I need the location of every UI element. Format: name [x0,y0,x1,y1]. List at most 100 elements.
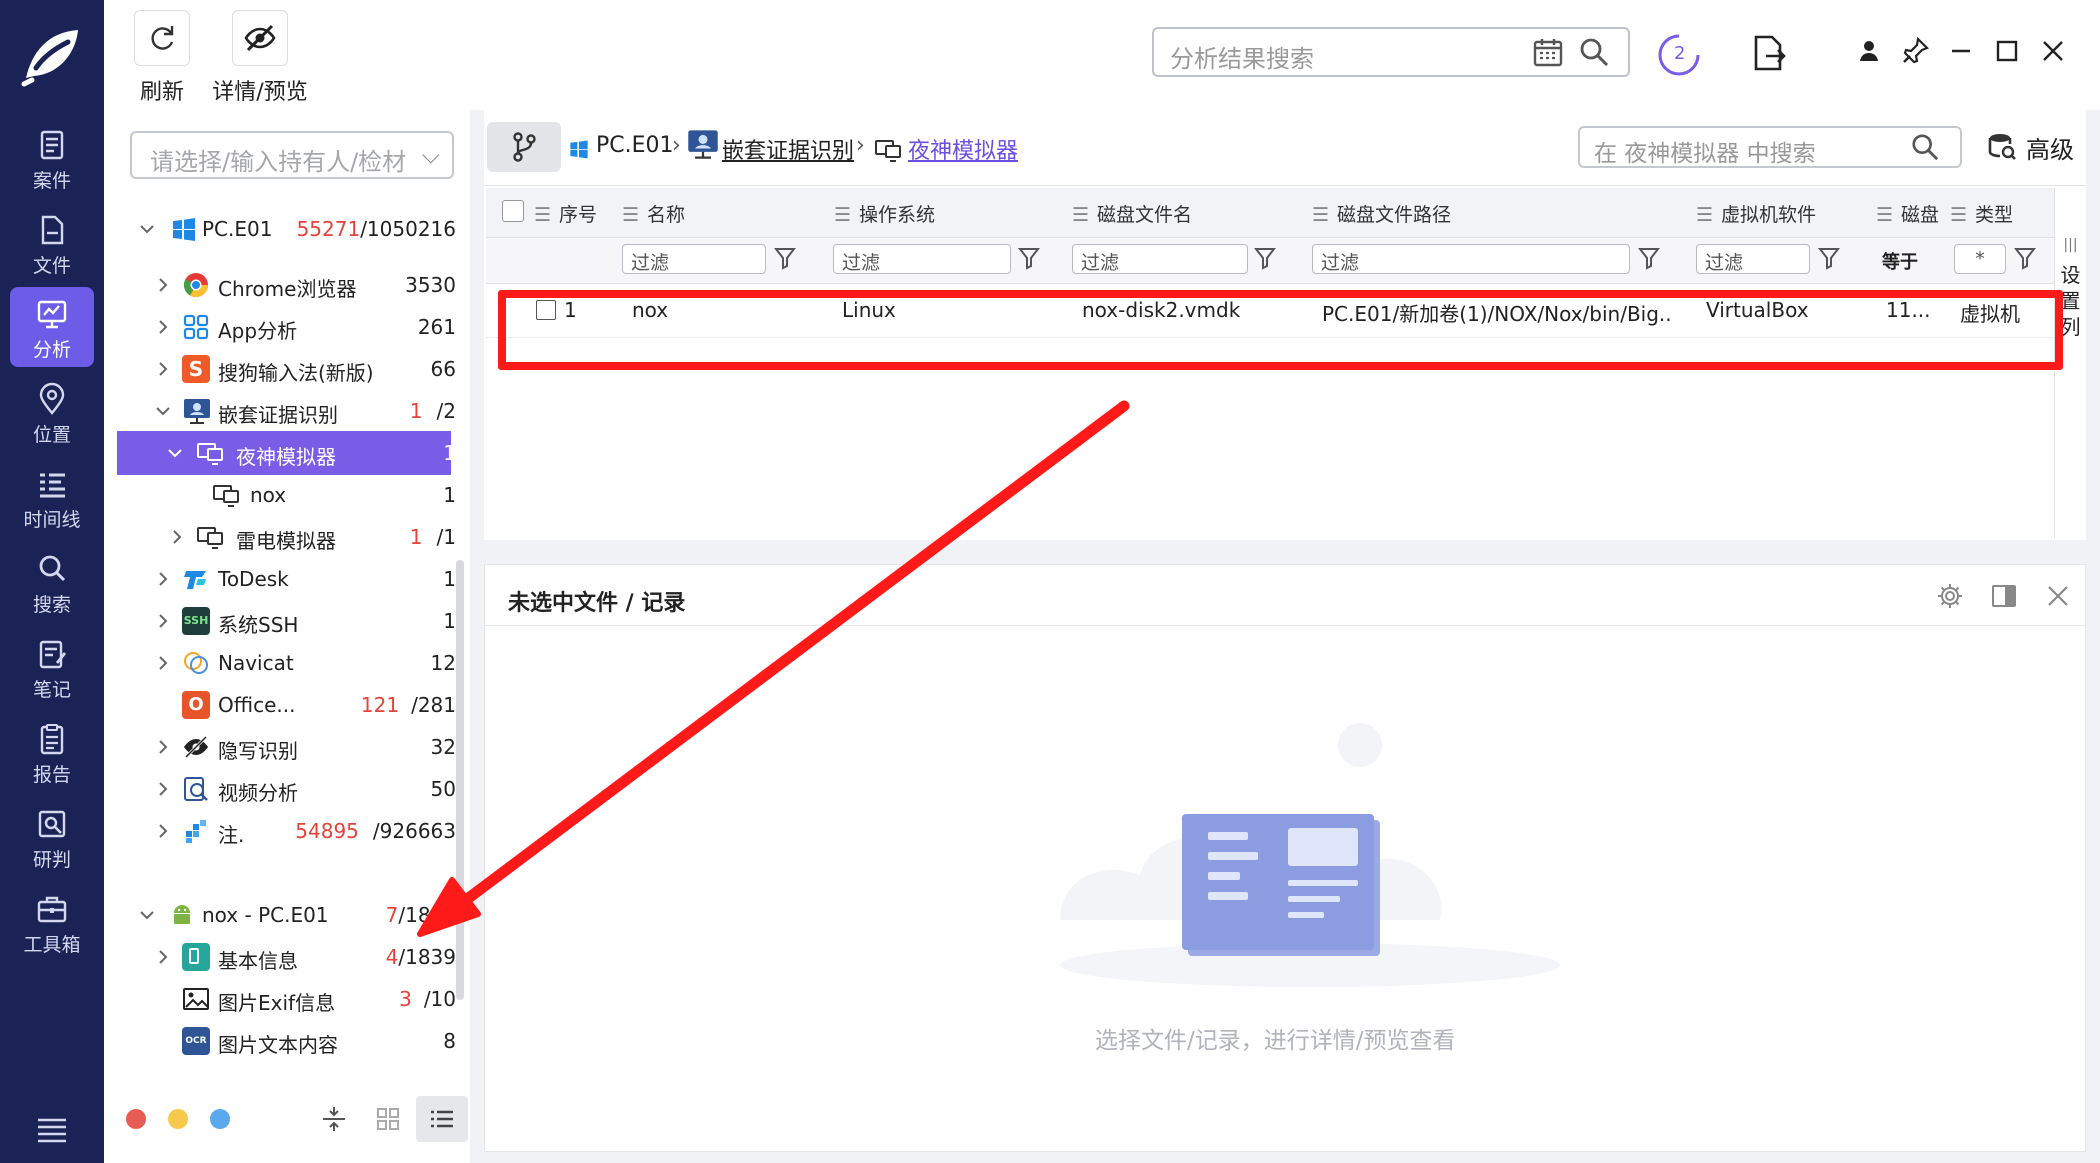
nav-search[interactable]: 搜索 [10,542,94,622]
filter-disk-file-input[interactable]: 过滤 [1072,244,1248,274]
grid-view-icon[interactable] [373,1104,403,1134]
tree-count-red: 7 [385,903,399,927]
collapse-all-icon[interactable] [319,1104,349,1134]
tree-scrollbar[interactable] [456,560,464,1000]
tree-node-steganography[interactable]: 隐写识别 32 [104,728,456,766]
branch-button[interactable] [487,122,561,172]
tree-node-navicat[interactable]: Navicat 12 [104,644,456,682]
column-header-name[interactable]: ☰ 名称 [622,200,685,227]
breadcrumb-leaf[interactable]: 夜神模拟器 [908,133,1018,165]
filter-disk-path-input[interactable]: 过滤 [1312,244,1630,274]
nav-file[interactable]: 文件 [10,203,94,283]
color-tag-red[interactable] [126,1109,146,1129]
nav-report-label: 报告 [32,764,71,786]
chevron-down-icon [156,407,170,416]
funnel-icon[interactable] [1818,246,1840,270]
grid-search-input[interactable]: 在 夜神模拟器 中搜索 [1578,126,1962,168]
nav-timeline[interactable]: 时间线 [10,457,94,537]
detail-preview-button[interactable]: 详情/预览 [210,10,310,106]
nav-location[interactable]: 位置 [10,372,94,452]
funnel-icon[interactable] [1018,246,1040,270]
funnel-icon[interactable] [774,246,796,270]
list-view-button[interactable] [416,1096,468,1142]
chevron-right-icon [159,782,168,796]
tree-node-basic-info[interactable]: 基本信息 4/1839 [104,938,456,976]
gear-icon[interactable] [1936,582,1964,610]
filter-star: * [1975,248,1985,270]
annotation-highlight-box [498,290,2063,370]
tree-label: 搜狗输入法(新版) [218,361,374,385]
select-all-checkbox[interactable] [502,200,524,222]
tree-node-exif[interactable]: 图片Exif信息 3/10 [104,980,456,1018]
nav-toolbox[interactable]: 工具箱 [10,882,94,962]
filter-type-input[interactable]: * [1954,244,2006,274]
filter-equals-label[interactable]: 等于 [1882,248,1918,274]
nav-report[interactable]: 报告 [10,712,94,792]
color-tag-blue[interactable] [210,1109,230,1129]
tree-label: Navicat [218,651,294,675]
tree-node-chrome[interactable]: Chrome浏览器 3530 [104,266,456,304]
funnel-icon[interactable] [1254,246,1276,270]
tree-node-nested-evidence[interactable]: 嵌套证据识别 1/2 [104,392,456,430]
nav-notes[interactable]: 笔记 [10,627,94,707]
column-header-label: 操作系统 [859,204,936,226]
tree-node-app-analysis[interactable]: App分析 261 [104,308,456,346]
advanced-label: 高级 [2026,136,2074,164]
nav-analysis[interactable]: 分析 [10,287,94,367]
color-tag-yellow[interactable] [168,1109,188,1129]
search-icon[interactable] [1910,132,1940,162]
close-window-icon[interactable] [2036,34,2070,68]
maximize-icon[interactable] [1990,34,2024,68]
tree-count-red: 1 [409,399,423,423]
tree-node-ldplayer[interactable]: 雷电模拟器 1/1 [104,518,456,556]
search-icon[interactable] [1578,36,1610,68]
breadcrumb-root[interactable]: PC.E01 [596,133,674,158]
tree-label: 夜神模拟器 [236,445,336,469]
tree-node-registry[interactable]: 注. 54895/926663 [104,812,456,850]
split-panel-icon[interactable] [1990,582,2018,610]
tree-node-nox-device[interactable]: nox - PC.E01 7/1857 [104,896,456,934]
user-icon[interactable] [1852,34,1886,68]
holder-select[interactable]: 请选择/输入持有人/检材 ⌵ [130,131,454,179]
column-header-vm-software[interactable]: ☰ 虚拟机软件 [1696,200,1816,227]
minimize-icon[interactable] [1944,34,1978,68]
column-header-disk-path[interactable]: ☰ 磁盘文件路径 [1312,200,1451,227]
close-icon[interactable] [2044,582,2072,610]
tree-node-todesk[interactable]: ToDesk 1 [104,560,456,598]
detail-header [484,564,2086,626]
chevron-right-icon [159,656,168,670]
chevron-right-icon [159,824,168,838]
tree-label: nox - PC.E01 [202,903,329,927]
nav-file-label: 文件 [32,255,71,277]
nav-research[interactable]: 研判 [10,797,94,877]
tree-node-office[interactable]: O Office... 121/281 [104,686,456,724]
tree-node-nox-player[interactable]: 夜神模拟器 1 [104,434,456,472]
funnel-icon[interactable] [1638,246,1660,270]
tree-count-red: 121 [360,693,400,717]
filter-name-input[interactable]: 过滤 [622,244,766,274]
tree-node-sogou[interactable]: S 搜狗输入法(新版) 66 [104,350,456,388]
tree-node-nox[interactable]: nox 1 [104,476,456,514]
column-header-disk[interactable]: ☰ 磁盘 [1876,200,1939,227]
filter-placeholder: 过滤 [1321,252,1360,274]
breadcrumb-mid[interactable]: 嵌套证据识别 [722,133,854,165]
tree-node-pc[interactable]: PC.E01 55271/1050216 [104,210,456,248]
column-header-index[interactable]: ☰ 序号 [534,200,597,227]
nav-case[interactable]: 案件 [10,118,94,198]
refresh-button[interactable]: 刷新 [134,10,190,106]
calendar-icon[interactable] [1532,36,1564,68]
export-icon[interactable] [1752,34,1786,72]
tree-node-video[interactable]: 视频分析 50 [104,770,456,808]
column-header-type[interactable]: ☰ 类型 [1950,200,2013,227]
column-header-disk-file[interactable]: ☰ 磁盘文件名 [1072,200,1192,227]
filter-vm-input[interactable]: 过滤 [1696,244,1810,274]
filter-os-input[interactable]: 过滤 [833,244,1011,274]
tree-label: 图片Exif信息 [218,991,336,1015]
tree-node-ssh[interactable]: SSH 系统SSH 1 [104,602,456,640]
column-header-os[interactable]: ☰ 操作系统 [834,200,935,227]
tree-node-ocr[interactable]: OCR 图片文本内容 8 [104,1022,456,1060]
menu-icon[interactable] [36,1117,68,1143]
funnel-icon[interactable] [2014,246,2036,270]
pin-icon[interactable] [1898,34,1932,68]
tree-label: 隐写识别 [218,739,298,763]
